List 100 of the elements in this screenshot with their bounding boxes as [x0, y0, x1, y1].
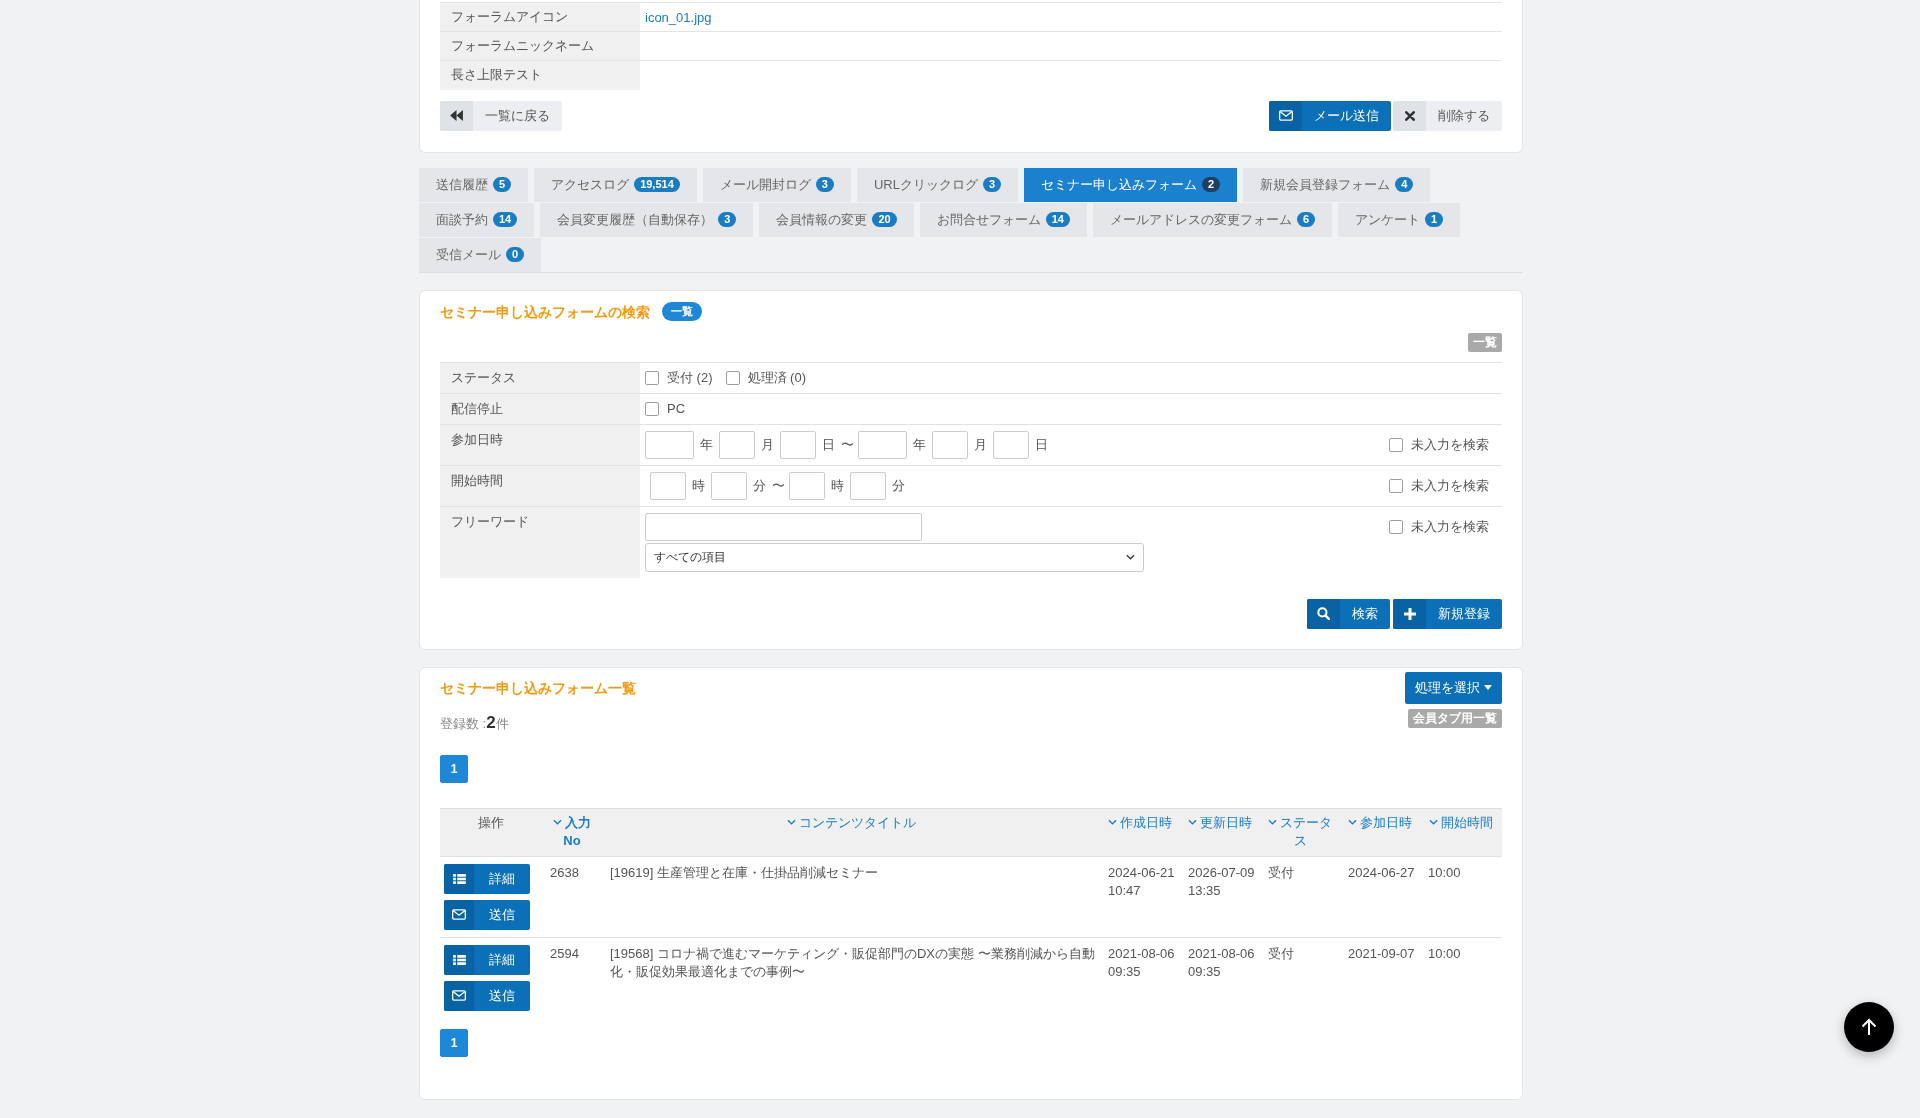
month-field[interactable] [932, 430, 968, 459]
unit-label: 時 [692, 476, 705, 495]
tab[interactable]: アクセスログ 19,514 [534, 167, 697, 202]
checkbox-label: 未入力を検索 [1411, 435, 1489, 454]
field-label: 長さ上限テスト [440, 60, 640, 90]
column-header[interactable]: 入力No [542, 808, 602, 856]
unit-label: 日 [1035, 435, 1048, 454]
tab[interactable]: 送信履歴 5 [419, 167, 529, 202]
checkbox[interactable] [725, 370, 740, 385]
unit-label: 月 [761, 435, 774, 454]
panel-title: セミナー申し込みフォーム一覧 [440, 678, 636, 698]
year-field[interactable] [858, 430, 907, 459]
count-badge: 5 [493, 177, 512, 192]
column-header[interactable]: 更新日時 [1180, 808, 1260, 856]
table-cell: 2021-09-07 [1340, 937, 1420, 1018]
detail-button[interactable]: 詳細 [444, 863, 530, 894]
checkbox[interactable] [645, 401, 659, 416]
hour-field[interactable] [789, 471, 825, 500]
column-header[interactable]: 作成日時 [1100, 808, 1180, 856]
day-field[interactable] [993, 430, 1029, 459]
field-label: フリーワード [440, 506, 640, 578]
rewind-icon [440, 100, 473, 131]
chevron-down-icon [786, 819, 796, 826]
count-badge: 0 [506, 247, 525, 262]
year-field[interactable] [645, 430, 694, 459]
cross-icon [1393, 100, 1426, 131]
day-field[interactable] [780, 430, 816, 459]
new-entry-button[interactable]: 新規登録 [1393, 598, 1502, 629]
column-header[interactable]: ステータス [1260, 808, 1340, 856]
field-label: 開始時間 [440, 465, 640, 506]
scope-dropdown[interactable]: すべての項目 [645, 542, 1144, 572]
checkbox-label: 未入力を検索 [1411, 517, 1489, 536]
checkbox[interactable] [645, 370, 659, 385]
chevron-down-icon [1126, 554, 1135, 560]
table-cell: 2638 [542, 856, 602, 937]
range-separator: 〜 [841, 435, 854, 454]
table-cell: 受付 [1260, 856, 1340, 937]
hour-field[interactable] [650, 471, 686, 500]
keyword-field[interactable] [645, 512, 922, 541]
search-button[interactable]: 検索 [1307, 598, 1390, 629]
tab[interactable]: 受信メール 0 [419, 237, 542, 272]
count-badge: 4 [1395, 177, 1414, 192]
chevron-down-icon [1268, 819, 1277, 826]
count-badge: 3 [815, 177, 834, 192]
checkbox[interactable] [1389, 437, 1403, 452]
delete-button[interactable]: 削除する [1393, 100, 1502, 131]
tab[interactable]: URLクリックログ 3 [856, 167, 1019, 202]
tab[interactable]: メールアドレスの変更フォーム 6 [1092, 202, 1332, 237]
column-header[interactable]: 参加日時 [1340, 808, 1420, 856]
list-icon [444, 944, 474, 975]
count-badge: 20 [872, 212, 897, 227]
range-separator: 〜 [772, 476, 785, 495]
chevron-down-icon [1188, 819, 1197, 826]
count-badge: 3 [982, 177, 1002, 192]
table-cell: 2594 [542, 937, 602, 1018]
field-label: フォーラムアイコン [440, 2, 640, 32]
table-cell: 10:00 [1420, 856, 1502, 937]
tab[interactable]: メール開封ログ 3 [702, 167, 851, 202]
chevron-down-icon [1108, 819, 1117, 826]
unit-label: 分 [753, 476, 766, 495]
mail-send-button[interactable]: メール送信 [1269, 100, 1391, 131]
checkbox[interactable] [1389, 519, 1403, 534]
table-cell: 2021-08-06 09:35 [1100, 937, 1180, 1018]
field-label: フォーラムニックネーム [440, 31, 640, 61]
list-badge[interactable]: 一覧 [662, 302, 702, 321]
checkbox-label: 未入力を検索 [1411, 476, 1489, 495]
tab[interactable]: 会員変更履歴（自動保存） 3 [540, 202, 754, 237]
unit-label: 年 [913, 435, 926, 454]
count-badge: 14 [493, 212, 518, 227]
arrow-up-icon [1861, 1018, 1877, 1036]
send-button[interactable]: 送信 [444, 899, 530, 930]
column-header: 操作 [440, 808, 542, 856]
minute-field[interactable] [711, 471, 747, 500]
table-cell: 2026-07-09 13:35 [1180, 856, 1260, 937]
tab[interactable]: お問合せフォーム 14 [919, 202, 1087, 237]
page-button[interactable]: 1 [440, 1028, 468, 1057]
back-button[interactable]: 一覧に戻る [440, 100, 562, 131]
count-badge: 1 [1425, 212, 1444, 227]
tab[interactable]: 面談予約 14 [419, 202, 535, 237]
back-to-top-button[interactable] [1844, 1002, 1894, 1052]
send-button[interactable]: 送信 [444, 980, 530, 1011]
minute-field[interactable] [850, 471, 886, 500]
tab[interactable]: 会員情報の変更 20 [759, 202, 914, 237]
detail-button[interactable]: 詳細 [444, 944, 530, 975]
panel-title: セミナー申し込みフォームの検索 [440, 302, 650, 322]
column-header[interactable]: 開始時間 [1420, 808, 1502, 856]
envelope-icon [444, 899, 474, 930]
column-header[interactable]: コンテンツタイトル [602, 808, 1100, 856]
tab[interactable]: アンケート 1 [1338, 202, 1461, 237]
table-cell: [19568] コロナ禍で進むマーケティング・販促部門のDXの実態 〜業務削減から自動化・販促効果最適化までの事例〜 [602, 937, 1100, 1018]
page-button[interactable]: 1 [440, 754, 468, 783]
tab[interactable]: セミナー申し込みフォーム 2 [1024, 167, 1238, 202]
file-link[interactable]: icon_01.jpg [645, 9, 712, 25]
month-field[interactable] [719, 430, 755, 459]
tab[interactable]: 新規会員登録フォーム 4 [1243, 167, 1431, 202]
checkbox[interactable] [1389, 478, 1403, 493]
action-menu-button[interactable]: 処理を選択 [1405, 671, 1502, 704]
field-label: ステータス [440, 362, 640, 393]
field-label: 参加日時 [440, 424, 640, 465]
table-cell: 受付 [1260, 937, 1340, 1018]
